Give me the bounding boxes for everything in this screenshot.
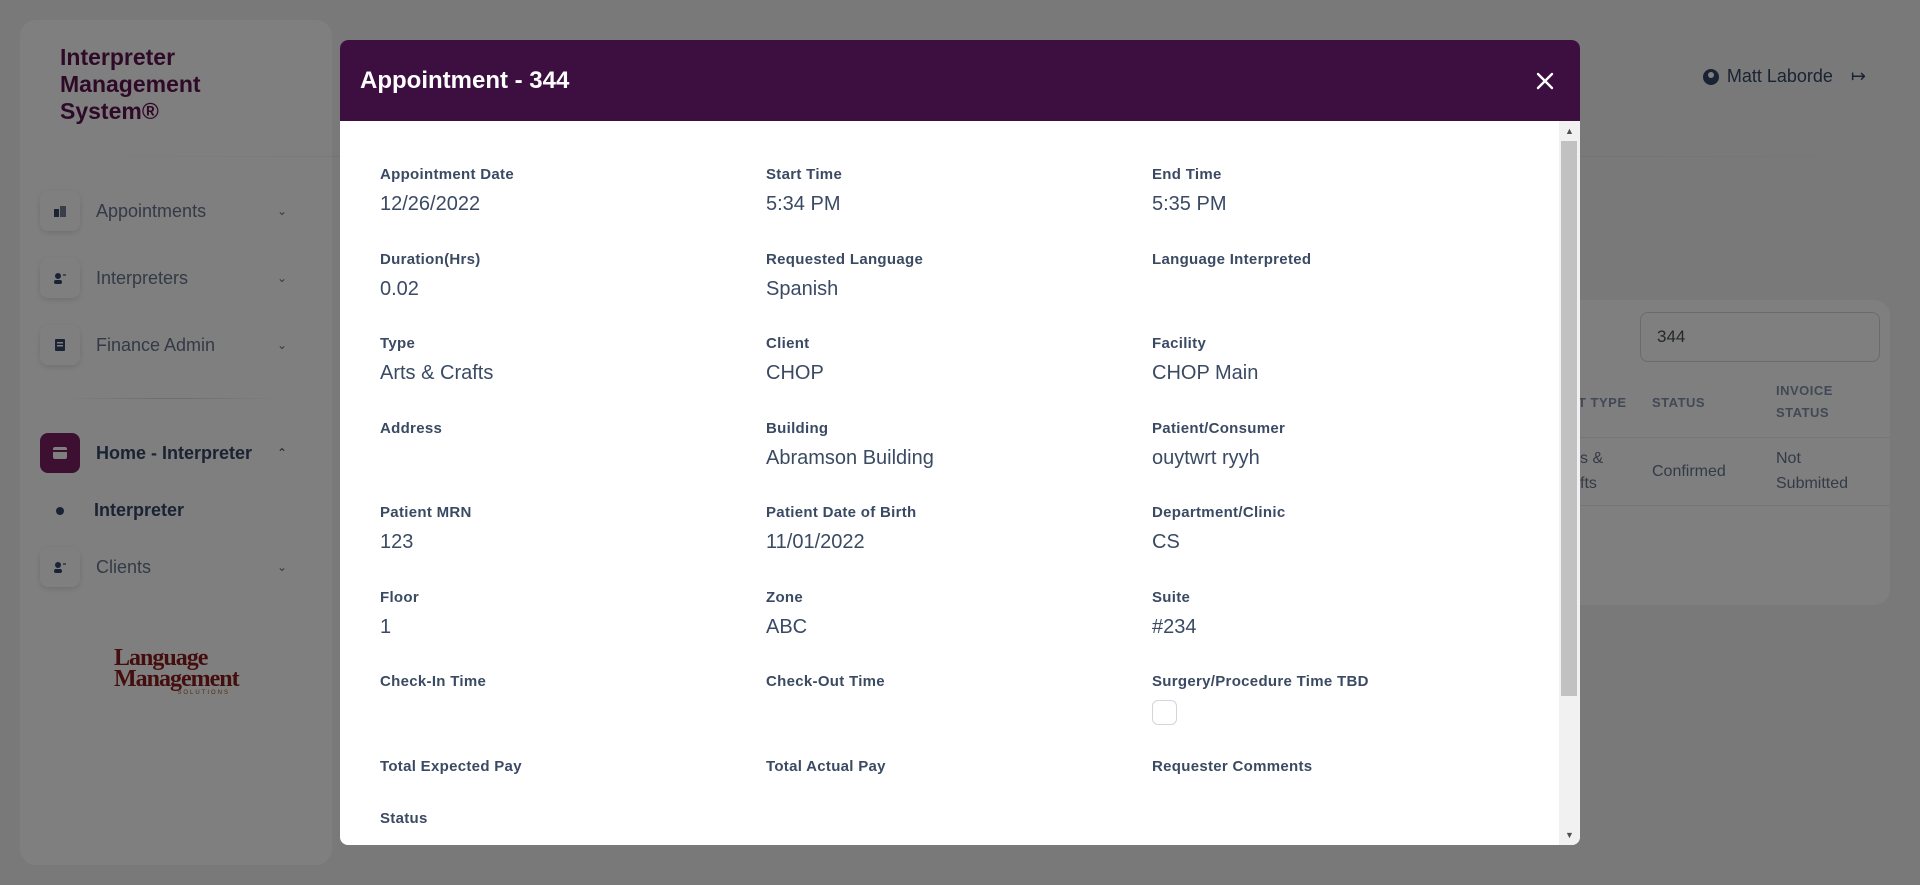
field-value: 5:34 PM <box>766 193 841 215</box>
appointment-modal: Appointment - 344 Appointment Date 12/26/… <box>340 40 1580 845</box>
field-label: Zone <box>766 588 804 606</box>
field-requested-language: Requested Language Spanish <box>766 251 1152 336</box>
field-facility: Facility CHOP Main <box>1152 335 1538 420</box>
field-value: #234 <box>1152 615 1197 638</box>
field-value: ABC <box>766 615 808 638</box>
modal-scrollbar[interactable]: ▲ ▼ <box>1559 121 1580 845</box>
field-type: Type Arts & Crafts <box>380 335 766 420</box>
modal-title: Appointment - 344 <box>360 66 570 94</box>
close-icon <box>1536 72 1554 89</box>
field-requester-comments: Requester Comments <box>1152 758 1538 843</box>
field-label: Language Interpreted <box>1152 250 1312 268</box>
field-zone: Zone ABC <box>766 589 1152 674</box>
field-label: Client <box>766 335 810 352</box>
field-value: Arts & Crafts <box>380 362 494 384</box>
field-value: Spanish <box>766 277 839 300</box>
modal-header: Appointment - 344 <box>340 40 1580 121</box>
field-suite: Suite #234 <box>1152 589 1538 674</box>
field-appointment-date: Appointment Date 12/26/2022 <box>380 166 766 251</box>
field-value: 11/01/2022 <box>766 531 865 553</box>
field-patient-consumer: Patient/Consumer ouytwrt ryyh <box>1152 420 1538 505</box>
field-label: Department/Clinic <box>1152 504 1286 521</box>
field-start-time: Start Time 5:34 PM <box>766 166 1152 251</box>
field-check-in-time: Check-In Time <box>380 673 766 758</box>
field-value: ouytwrt ryyh <box>1152 446 1260 469</box>
field-label: Patient MRN <box>380 504 472 521</box>
scroll-up-arrow-icon[interactable]: ▲ <box>1559 123 1580 139</box>
field-address: Address <box>380 420 766 505</box>
field-label: Patient/Consumer <box>1152 419 1286 437</box>
field-value: 1 <box>380 615 392 638</box>
field-label: Start Time <box>766 166 843 183</box>
field-duration: Duration(Hrs) 0.02 <box>380 251 766 336</box>
field-value <box>380 447 766 471</box>
field-label: Type <box>380 335 416 352</box>
field-patient-mrn: Patient MRN 123 <box>380 504 766 589</box>
field-label: Facility <box>1152 335 1207 352</box>
modal-body: Appointment Date 12/26/2022 Start Time 5:3… <box>340 121 1559 845</box>
field-value <box>766 785 1152 809</box>
field-value: 5:35 PM <box>1152 193 1227 215</box>
field-value <box>1152 785 1538 809</box>
field-label: Requester Comments <box>1152 757 1313 775</box>
field-building: Building Abramson Building <box>766 420 1152 505</box>
field-value: CHOP Main <box>1152 362 1259 384</box>
field-value: 123 <box>380 531 414 553</box>
field-value <box>766 700 1152 724</box>
field-value <box>1152 278 1538 302</box>
field-client: Client CHOP <box>766 335 1152 420</box>
surgery-time-tbd-checkbox[interactable] <box>1152 700 1177 725</box>
field-language-interpreted: Language Interpreted <box>1152 251 1538 336</box>
appointment-details-grid: Appointment Date 12/26/2022 Start Time 5:3… <box>380 166 1559 842</box>
scroll-thumb[interactable] <box>1561 141 1577 696</box>
field-value <box>380 785 766 809</box>
scroll-down-arrow-icon[interactable]: ▼ <box>1559 827 1580 843</box>
field-label: Floor <box>380 588 419 606</box>
field-floor: Floor 1 <box>380 589 766 674</box>
field-label: Duration(Hrs) <box>380 250 481 268</box>
field-label: Surgery/Procedure Time TBD <box>1152 673 1369 690</box>
field-end-time: End Time 5:35 PM <box>1152 166 1538 251</box>
field-check-out-time: Check-Out Time <box>766 673 1152 758</box>
field-value: 12/26/2022 <box>380 193 481 215</box>
field-value: 0.02 <box>380 277 419 300</box>
field-value: CHOP <box>766 362 824 384</box>
field-label: End Time <box>1152 166 1222 183</box>
close-button[interactable] <box>1530 66 1560 96</box>
field-label: Check-Out Time <box>766 673 885 690</box>
field-value <box>380 700 766 724</box>
field-value: Abramson Building <box>766 446 934 469</box>
field-label: Appointment Date <box>380 166 514 183</box>
field-label: Total Expected Pay <box>380 757 522 775</box>
field-label: Address <box>380 419 443 437</box>
field-label: Requested Language <box>766 250 924 268</box>
field-label: Total Actual Pay <box>766 757 886 775</box>
field-department-clinic: Department/Clinic CS <box>1152 504 1538 589</box>
field-value: CS <box>1152 531 1180 553</box>
field-label: Building <box>766 419 829 437</box>
field-total-actual-pay: Total Actual Pay <box>766 758 1152 843</box>
field-patient-dob: Patient Date of Birth 11/01/2022 <box>766 504 1152 589</box>
field-total-expected-pay: Total Expected Pay <box>380 758 766 843</box>
field-label: Patient Date of Birth <box>766 504 917 521</box>
field-label: Suite <box>1152 588 1191 606</box>
field-label: Check-In Time <box>380 673 487 690</box>
field-surgery-time-tbd: Surgery/Procedure Time TBD <box>1152 673 1538 758</box>
